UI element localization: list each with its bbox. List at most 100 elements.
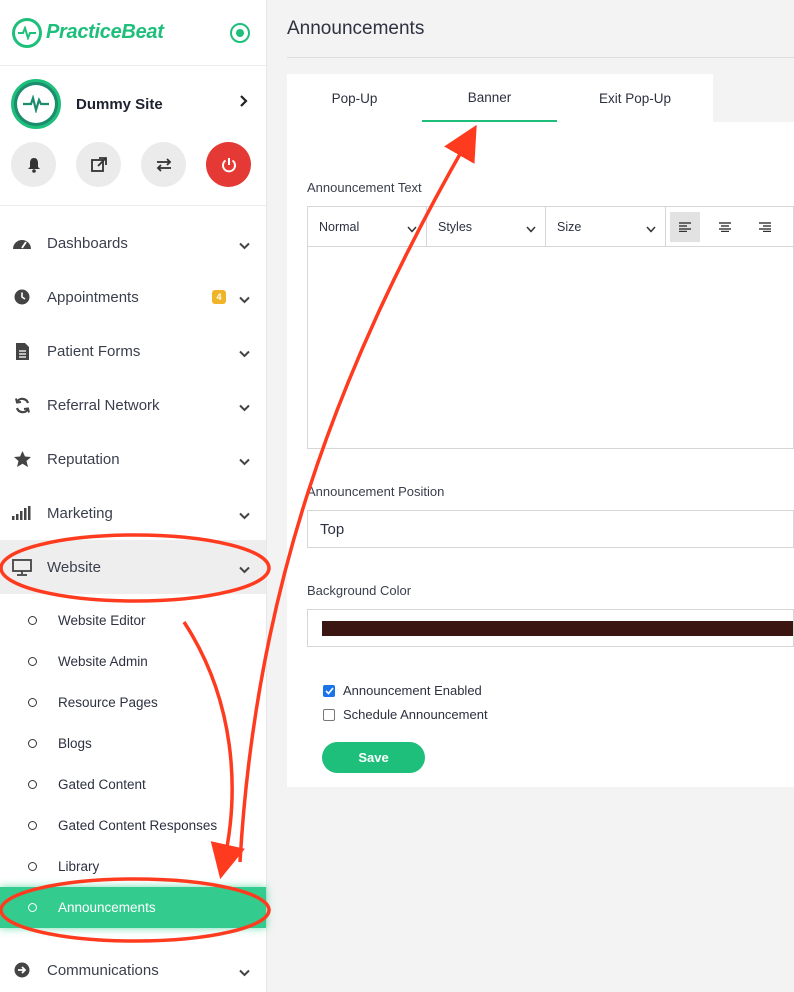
circle-bullet-icon: [28, 903, 37, 912]
submenu-label: Resource Pages: [58, 695, 158, 710]
submenu-label: Announcements: [58, 900, 156, 915]
schedule-announcement-label: Schedule Announcement: [343, 707, 488, 722]
arrow-circle-right-icon: [11, 959, 33, 981]
tab-popup[interactable]: Pop-Up: [287, 74, 422, 123]
title-divider: [287, 57, 794, 58]
submenu-label: Blogs: [58, 736, 92, 751]
gauge-icon: [11, 232, 33, 254]
chevron-down-icon: [239, 237, 250, 255]
chevron-down-icon: [239, 561, 250, 579]
styles-select[interactable]: Styles: [427, 207, 546, 247]
submenu-label: Website Admin: [58, 654, 148, 669]
nav-label: Reputation: [47, 450, 120, 468]
main-content: Announcements Pop-Up Banner Exit Pop-Up …: [268, 0, 794, 992]
nav-item-patient-forms[interactable]: Patient Forms: [0, 324, 266, 378]
chevron-down-icon: [526, 222, 536, 236]
chevron-down-icon: [646, 222, 656, 236]
nav-label: Patient Forms: [47, 342, 141, 360]
position-select-value: Top: [320, 520, 345, 538]
circle-bullet-icon: [28, 739, 37, 748]
align-right-icon[interactable]: [750, 212, 780, 242]
document-icon: [11, 340, 33, 362]
size-select[interactable]: Size: [546, 207, 666, 247]
submenu-label: Website Editor: [58, 613, 146, 628]
site-avatar: [11, 79, 61, 129]
nav-item-dashboards[interactable]: Dashboards: [0, 216, 266, 270]
quick-actions: [0, 142, 266, 206]
circle-bullet-icon: [28, 698, 37, 707]
announcement-position-select[interactable]: Top: [307, 510, 794, 548]
nav-item-marketing[interactable]: Marketing: [0, 486, 266, 540]
star-icon: [11, 448, 33, 470]
align-left-icon[interactable]: [670, 212, 700, 242]
align-center-icon[interactable]: [710, 212, 740, 242]
announcement-enabled-row: Announcement Enabled: [323, 683, 482, 698]
external-link-icon[interactable]: [76, 142, 121, 187]
submenu-item-resource-pages[interactable]: Resource Pages: [0, 682, 266, 723]
clock-icon: [11, 286, 33, 308]
chevron-down-icon: [407, 222, 417, 236]
circle-bullet-icon: [28, 821, 37, 830]
tab-exit-popup[interactable]: Exit Pop-Up: [557, 74, 713, 123]
circle-bullet-icon: [28, 616, 37, 625]
bell-icon[interactable]: [11, 142, 56, 187]
submenu-label: Gated Content: [58, 777, 146, 792]
submenu-label: Library: [58, 859, 100, 874]
submenu-item-library[interactable]: Library: [0, 846, 266, 887]
schedule-announcement-row: Schedule Announcement: [323, 707, 488, 722]
nav-item-reputation[interactable]: Reputation: [0, 432, 266, 486]
website-submenu: Website Editor Website Admin Resource Pa…: [0, 594, 266, 928]
tab-banner[interactable]: Banner: [422, 74, 557, 123]
submenu-item-gated-content-responses[interactable]: Gated Content Responses: [0, 805, 266, 846]
format-select[interactable]: Normal: [308, 207, 427, 247]
submenu-label: Gated Content Responses: [58, 818, 218, 833]
nav-item-referral-network[interactable]: Referral Network: [0, 378, 266, 432]
nav-item-website[interactable]: Website: [0, 540, 266, 594]
circle-bullet-icon: [28, 780, 37, 789]
swap-arrows-icon[interactable]: [141, 142, 186, 187]
submenu-item-blogs[interactable]: Blogs: [0, 723, 266, 764]
page-title: Announcements: [287, 18, 425, 39]
submenu-item-website-editor[interactable]: Website Editor: [0, 600, 266, 641]
circle-bullet-icon: [28, 862, 37, 871]
target-icon[interactable]: [230, 23, 250, 43]
announcement-enabled-label: Announcement Enabled: [343, 683, 482, 698]
chevron-down-icon: [239, 399, 250, 417]
announcement-position-label: Announcement Position: [307, 484, 445, 499]
signal-bars-icon: [11, 502, 33, 524]
site-selector[interactable]: Dummy Site: [0, 66, 266, 142]
brand-name: PracticeBeat: [46, 21, 164, 43]
nav-label: Communications: [47, 961, 159, 979]
styles-select-value: Styles: [438, 220, 473, 234]
chevron-down-icon: [239, 964, 250, 982]
chevron-down-icon: [239, 507, 250, 525]
announcement-text-label: Announcement Text: [307, 180, 422, 195]
announcement-text-area[interactable]: [308, 248, 793, 448]
nav-item-appointments[interactable]: Appointments 4: [0, 270, 266, 324]
monitor-icon: [11, 556, 33, 578]
editor-toolbar: Normal Styles Size: [308, 207, 793, 247]
nav-label: Dashboards: [47, 234, 128, 252]
nav-label: Marketing: [47, 504, 113, 522]
size-select-value: Size: [557, 220, 582, 234]
power-icon[interactable]: [206, 142, 251, 187]
announcement-tabs: Pop-Up Banner Exit Pop-Up: [287, 74, 713, 123]
chevron-down-icon: [239, 453, 250, 471]
nav-label: Appointments: [47, 288, 139, 306]
chevron-right-icon: [240, 94, 248, 110]
submenu-item-website-admin[interactable]: Website Admin: [0, 641, 266, 682]
banner-settings-panel: Announcement Text Normal Styles Size Ann…: [287, 122, 794, 787]
nav-label: Website: [47, 558, 101, 576]
background-color-picker[interactable]: [307, 609, 794, 647]
nav-item-communications[interactable]: Communications: [0, 943, 266, 992]
submenu-item-announcements[interactable]: Announcements: [0, 887, 266, 928]
appointments-count-badge: 4: [212, 290, 226, 304]
background-color-label: Background Color: [307, 583, 412, 598]
schedule-announcement-checkbox[interactable]: [323, 708, 335, 721]
pulse-logo-icon[interactable]: [12, 17, 42, 48]
save-button[interactable]: Save: [322, 742, 425, 773]
chevron-down-icon: [239, 345, 250, 363]
background-color-swatch: [322, 621, 793, 636]
submenu-item-gated-content[interactable]: Gated Content: [0, 764, 266, 805]
announcement-enabled-checkbox[interactable]: [323, 684, 335, 697]
